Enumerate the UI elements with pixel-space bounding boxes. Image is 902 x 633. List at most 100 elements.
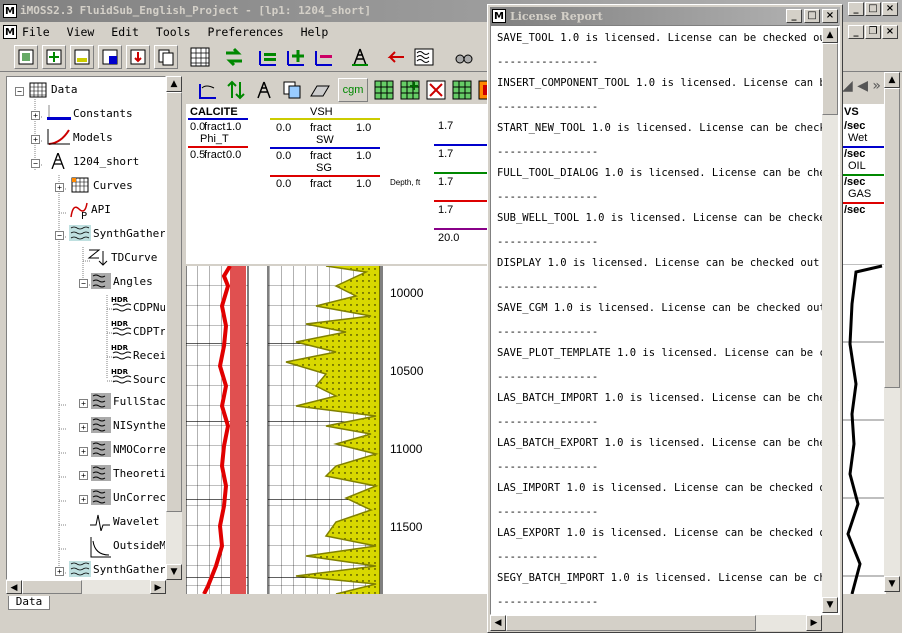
log-track-icon[interactable] bbox=[196, 78, 220, 102]
tree-hscroll-thumb[interactable] bbox=[22, 580, 82, 594]
menu-view[interactable]: View bbox=[67, 25, 95, 39]
main-maximize-button[interactable]: □ bbox=[865, 2, 881, 16]
tree-item-fullstac[interactable]: FullStac bbox=[113, 393, 165, 411]
save-icon[interactable] bbox=[98, 45, 122, 69]
tree-item-nmocorre[interactable]: NMOCorre bbox=[113, 441, 165, 459]
binoculars-icon[interactable] bbox=[452, 45, 476, 69]
tree-scroll-down-arrow[interactable]: ▼ bbox=[166, 564, 182, 580]
tree-item-recei[interactable]: Recei bbox=[133, 347, 165, 365]
log-grid-edit-icon[interactable] bbox=[450, 78, 474, 102]
expand-synthgather-toggle[interactable]: − bbox=[55, 231, 64, 240]
expand-uncorrec-toggle[interactable]: + bbox=[79, 495, 88, 504]
tree-item-api[interactable]: API bbox=[91, 201, 111, 219]
main-close-button[interactable]: × bbox=[882, 2, 898, 16]
open-project-icon[interactable] bbox=[14, 45, 38, 69]
tree-scroll-right-arrow[interactable]: ▶ bbox=[150, 580, 166, 594]
license-vertical-scrollbar[interactable]: ▲ ▼ bbox=[822, 27, 838, 613]
grid-icon[interactable] bbox=[188, 45, 212, 69]
license-scroll-thumb[interactable] bbox=[822, 43, 838, 115]
license-close-button[interactable]: × bbox=[822, 9, 838, 23]
license-scroll-down-arrow[interactable]: ▼ bbox=[822, 597, 838, 613]
log-grid-add-icon[interactable] bbox=[398, 78, 422, 102]
expand-data-toggle[interactable]: − bbox=[15, 87, 24, 96]
license-scroll-up-arrow[interactable]: ▲ bbox=[822, 27, 838, 43]
license-maximize-button[interactable]: □ bbox=[804, 9, 820, 23]
expand-angles-toggle[interactable]: − bbox=[79, 279, 88, 288]
back-icon[interactable] bbox=[384, 45, 408, 69]
speaker-icon[interactable]: ◢ ◀ » bbox=[842, 78, 882, 98]
expand-models-toggle[interactable]: + bbox=[31, 135, 40, 144]
tree-item-theoreti[interactable]: Theoreti bbox=[113, 465, 165, 483]
export-icon[interactable] bbox=[126, 45, 150, 69]
tree-item-data[interactable]: Data bbox=[51, 81, 78, 99]
expand-nisynthe-toggle[interactable]: + bbox=[79, 423, 88, 432]
arrows-icon[interactable] bbox=[222, 45, 246, 69]
main-vertical-scrollbar[interactable]: ▲ ▼ bbox=[884, 72, 900, 592]
child-minimize-button[interactable]: _ bbox=[848, 25, 864, 39]
license-scroll-right-arrow[interactable]: ▶ bbox=[806, 615, 822, 631]
license-horizontal-scrollbar[interactable]: ◀ ▶ bbox=[490, 615, 822, 631]
log-grid-green-icon[interactable] bbox=[372, 78, 396, 102]
import-icon[interactable] bbox=[70, 45, 94, 69]
tree-horizontal-scrollbar[interactable]: ◀ ▶ bbox=[6, 580, 166, 594]
tree-item-outsidem[interactable]: OutsideM bbox=[113, 537, 165, 555]
expand-well-toggle[interactable]: − bbox=[31, 159, 40, 168]
tree-item-uncorrec[interactable]: UnCorrec bbox=[113, 489, 165, 507]
app-icon[interactable]: M bbox=[3, 4, 17, 18]
child-close-button[interactable]: × bbox=[882, 25, 898, 39]
log-eraser-icon[interactable] bbox=[308, 78, 332, 102]
menu-edit[interactable]: Edit bbox=[111, 25, 139, 39]
expand-theoreti-toggle[interactable]: + bbox=[79, 471, 88, 480]
tree-item-synthgather[interactable]: SynthGather( bbox=[93, 225, 165, 243]
copy-icon[interactable] bbox=[154, 45, 178, 69]
well-icon[interactable] bbox=[348, 45, 372, 69]
license-minimize-button[interactable]: _ bbox=[786, 9, 802, 23]
tree-vertical-scrollbar[interactable]: ▲ ▼ bbox=[166, 76, 182, 580]
expand-constants-toggle[interactable]: + bbox=[31, 111, 40, 120]
tree-scroll-left-arrow[interactable]: ◀ bbox=[6, 580, 22, 594]
track-plus-icon[interactable] bbox=[284, 45, 308, 69]
license-text-area[interactable]: SAVE_TOOL 1.0 is licensed. License can b… bbox=[490, 25, 840, 615]
log-updown-icon[interactable] bbox=[224, 78, 248, 102]
license-hscroll-thumb[interactable] bbox=[506, 615, 756, 631]
tree-scroll-up-arrow[interactable]: ▲ bbox=[166, 76, 182, 92]
license-app-icon[interactable]: M bbox=[492, 9, 506, 23]
main-scroll-thumb[interactable] bbox=[884, 88, 900, 388]
menu-file[interactable]: File bbox=[22, 25, 50, 39]
main-scroll-down-arrow[interactable]: ▼ bbox=[884, 576, 900, 592]
tree-item-curves[interactable]: Curves bbox=[93, 177, 133, 195]
tree-item-nisynthe[interactable]: NISynthe bbox=[113, 417, 165, 435]
log-well-icon[interactable] bbox=[252, 78, 276, 102]
log-grid-delete-icon[interactable] bbox=[424, 78, 448, 102]
expand-synthgather2-toggle[interactable]: + bbox=[55, 567, 64, 576]
tree-item-tdcurve[interactable]: TDCurve bbox=[111, 249, 157, 267]
tree-item-models[interactable]: Models bbox=[73, 129, 113, 147]
track-remove-icon[interactable] bbox=[312, 45, 336, 69]
tree-item-sourc[interactable]: Sourc bbox=[133, 371, 165, 389]
new-data-icon[interactable] bbox=[42, 45, 66, 69]
main-minimize-button[interactable]: _ bbox=[848, 2, 864, 16]
tree-item-1204-short[interactable]: 1204_short bbox=[73, 153, 139, 171]
main-scroll-up-arrow[interactable]: ▲ bbox=[884, 72, 900, 88]
tree-item-cdpnu[interactable]: CDPNu bbox=[133, 299, 165, 317]
child-window-icon[interactable]: M bbox=[3, 25, 17, 39]
expand-curves-toggle[interactable]: + bbox=[55, 183, 64, 192]
tree-item-constants[interactable]: Constants bbox=[73, 105, 133, 123]
tree-item-synthgather-2[interactable]: SynthGather( bbox=[93, 561, 165, 579]
tree-view[interactable]: − Data + Constants + Models − 1204_short… bbox=[6, 76, 166, 580]
tree-tab-data[interactable]: Data bbox=[8, 596, 50, 610]
tree-item-wavelet[interactable]: Wavelet bbox=[113, 513, 159, 531]
menu-preferences[interactable]: Preferences bbox=[207, 25, 283, 39]
tree-item-cdptr[interactable]: CDPTr bbox=[133, 323, 165, 341]
track-add-icon[interactable] bbox=[256, 45, 280, 69]
menu-help[interactable]: Help bbox=[301, 25, 329, 39]
license-title-bar[interactable]: M License Report _ □ × bbox=[490, 7, 840, 25]
license-scroll-left-arrow[interactable]: ◀ bbox=[490, 615, 506, 631]
expand-nmocorre-toggle[interactable]: + bbox=[79, 447, 88, 456]
log-copy-icon[interactable] bbox=[280, 78, 304, 102]
child-restore-button[interactable]: ❐ bbox=[865, 25, 881, 39]
cgm-export-button[interactable]: cgm bbox=[338, 78, 368, 102]
log-tracks[interactable]: 10000 10500 11000 11500 bbox=[186, 266, 488, 594]
seismic-icon[interactable] bbox=[412, 45, 436, 69]
expand-fullstac-toggle[interactable]: + bbox=[79, 399, 88, 408]
